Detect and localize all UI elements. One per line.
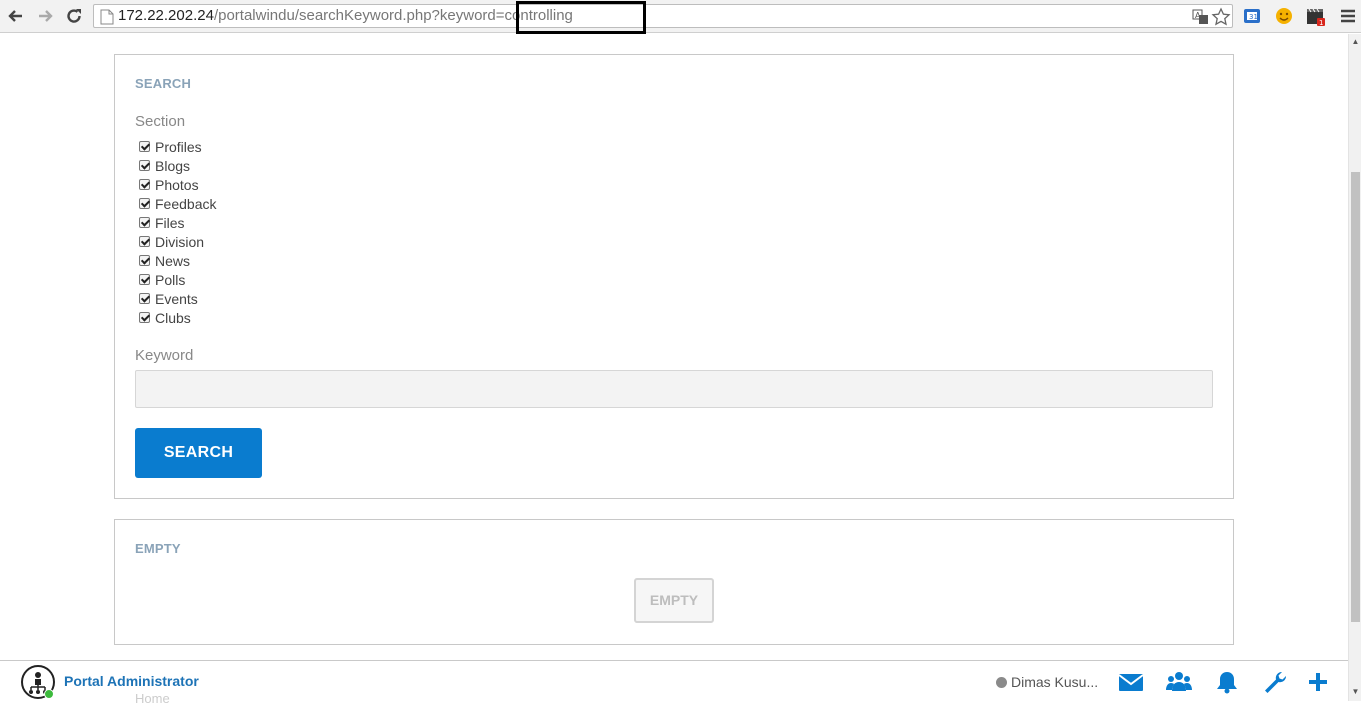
section-option-news[interactable]: News [139, 251, 216, 270]
section-option-label: Feedback [155, 195, 217, 212]
scroll-up-icon[interactable]: ▲ [1351, 37, 1360, 46]
svg-text:A: A [1195, 11, 1201, 20]
svg-text:1: 1 [1319, 19, 1323, 26]
section-label: Section [135, 113, 186, 130]
section-option-label: Files [155, 214, 185, 231]
address-bar[interactable]: 172.22.202.24/portalwindu/searchKeyword.… [93, 1, 1233, 34]
bell-icon [1217, 672, 1237, 694]
checkbox-checked[interactable] [139, 293, 150, 304]
section-option-photos[interactable]: Photos [139, 175, 216, 194]
page-scrollbar[interactable]: ▲ ▼ [1348, 34, 1361, 701]
section-checkbox-list: Profiles Blogs Photos Feedback Files Div… [139, 137, 216, 327]
section-option-label: Profiles [155, 138, 202, 155]
user-status[interactable]: Dimas Kusu... [996, 674, 1098, 690]
extension-calendar-icon[interactable]: 31 [1242, 6, 1262, 26]
search-panel-title: SEARCH [135, 76, 192, 91]
section-option-polls[interactable]: Polls [139, 270, 216, 289]
keyword-input[interactable] [135, 370, 1213, 408]
reload-icon [67, 9, 81, 23]
checkbox-checked[interactable] [139, 236, 150, 247]
back-button[interactable] [6, 6, 26, 26]
empty-badge: EMPTY [634, 578, 714, 623]
section-option-events[interactable]: Events [139, 289, 216, 308]
browser-toolbar: 172.22.202.24/portalwindu/searchKeyword.… [0, 0, 1361, 34]
section-option-label: Clubs [155, 309, 191, 326]
checkbox-checked[interactable] [139, 141, 150, 152]
online-status-dot [44, 689, 54, 699]
wrench-icon [1265, 671, 1287, 693]
section-option-division[interactable]: Division [139, 232, 216, 251]
svg-text:31: 31 [1249, 13, 1258, 21]
friends-button[interactable] [1166, 670, 1192, 694]
results-panel: EMPTY EMPTY [114, 519, 1234, 645]
extension-clapper-icon[interactable]: 1 [1306, 6, 1326, 26]
section-option-feedback[interactable]: Feedback [139, 194, 216, 213]
section-option-label: Division [155, 233, 205, 250]
checkbox-checked[interactable] [139, 198, 150, 209]
checkbox-checked[interactable] [139, 255, 150, 266]
users-icon [1166, 672, 1192, 691]
checkbox-checked[interactable] [139, 160, 150, 171]
breadcrumb-home[interactable]: Home [135, 691, 170, 706]
back-arrow-icon [8, 10, 22, 22]
settings-button[interactable] [1262, 670, 1288, 694]
section-option-label: Events [155, 290, 198, 307]
forward-button[interactable] [35, 6, 55, 26]
url-text: 172.22.202.24/portalwindu/searchKeyword.… [118, 7, 573, 24]
url-highlight-box [516, 1, 646, 34]
checkbox-checked[interactable] [139, 312, 150, 323]
user-status-name: Dimas Kusu... [1011, 674, 1099, 690]
reload-button[interactable] [64, 6, 84, 26]
section-option-profiles[interactable]: Profiles [139, 137, 216, 156]
section-option-label: Polls [155, 271, 186, 288]
scroll-down-icon[interactable]: ▼ [1351, 687, 1360, 696]
section-option-label: Blogs [155, 157, 191, 174]
keyword-label: Keyword [135, 347, 194, 364]
messages-button[interactable] [1118, 670, 1144, 694]
section-option-label: News [155, 252, 191, 269]
results-panel-title: EMPTY [135, 541, 181, 556]
url-host: 172.22.202.24 [118, 7, 214, 24]
forward-arrow-icon [39, 10, 53, 22]
section-option-clubs[interactable]: Clubs [139, 308, 216, 327]
extension-smiley-icon[interactable] [1274, 6, 1294, 26]
status-dot-icon [996, 676, 1007, 688]
section-option-label: Photos [155, 176, 199, 193]
checkbox-checked[interactable] [139, 179, 150, 190]
checkbox-checked[interactable] [139, 274, 150, 285]
search-button[interactable]: SEARCH [135, 428, 262, 478]
section-option-blogs[interactable]: Blogs [139, 156, 216, 175]
bottom-toolbar: Home Portal Administrator Dimas Kusu... [0, 660, 1348, 706]
search-panel: SEARCH Section Profiles Blogs Photos Fee… [114, 54, 1234, 499]
plus-icon [1309, 673, 1327, 691]
page-icon [100, 9, 114, 25]
notifications-button[interactable] [1214, 670, 1240, 694]
translate-icon[interactable]: A [1191, 7, 1211, 27]
browser-menu-icon[interactable] [1338, 6, 1358, 26]
checkbox-checked[interactable] [139, 217, 150, 228]
add-button[interactable] [1305, 670, 1331, 694]
admin-name[interactable]: Portal Administrator [64, 673, 199, 689]
envelope-icon [1118, 674, 1144, 691]
bookmark-star-icon[interactable] [1211, 7, 1231, 27]
section-option-files[interactable]: Files [139, 213, 216, 232]
scroll-thumb[interactable] [1351, 172, 1360, 622]
